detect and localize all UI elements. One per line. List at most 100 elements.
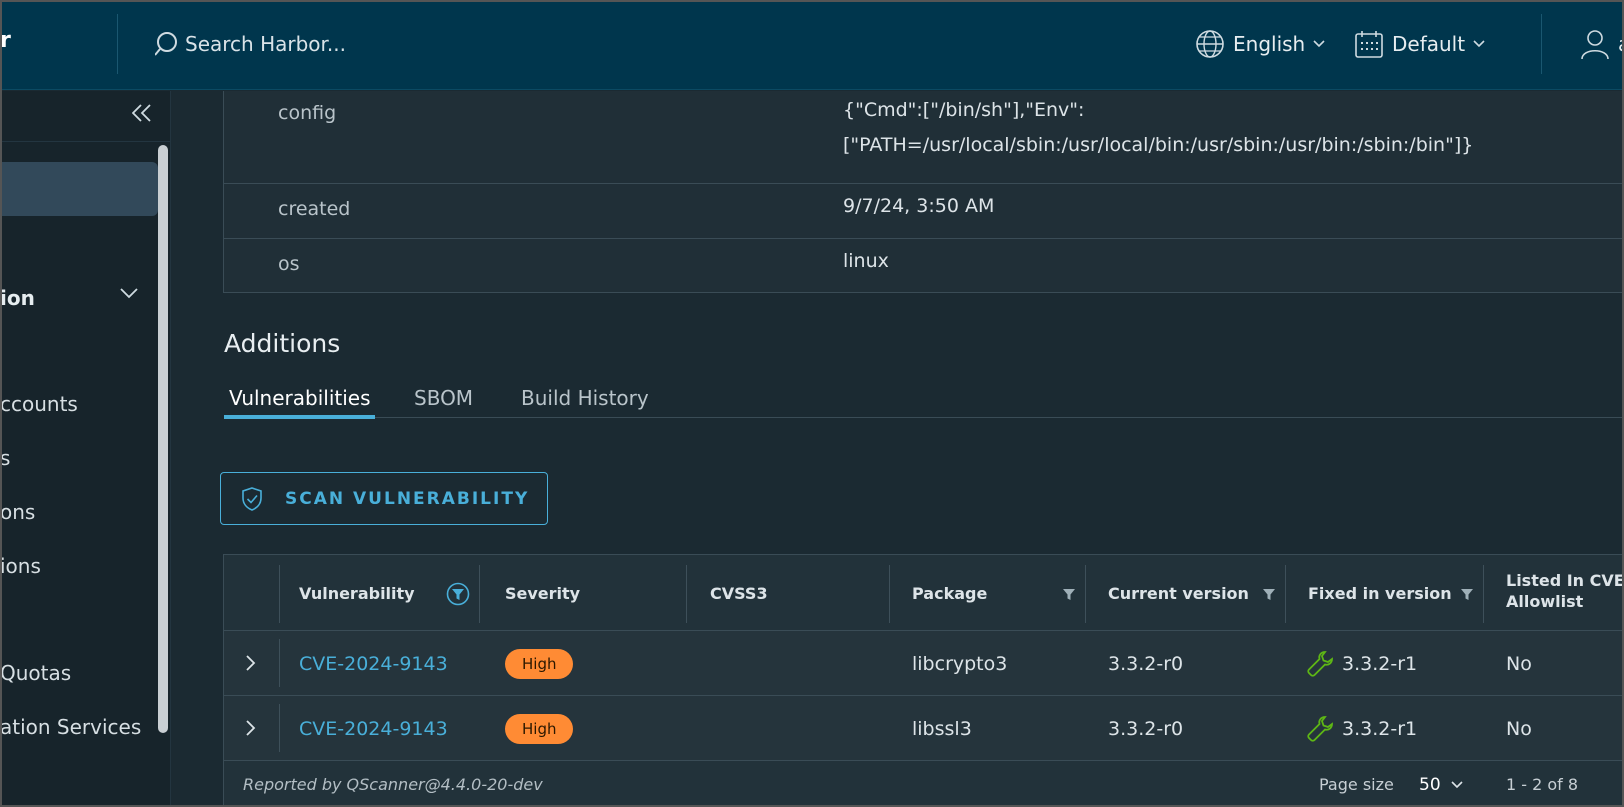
chevron-down-icon [1313,40,1325,48]
property-row: config {"Cmd":["/bin/sh"],"Env": ["PATH=… [224,91,1624,183]
shield-check-icon [242,486,262,511]
column-cvss3[interactable]: CVSS3 [710,555,768,631]
tab-vulnerabilities[interactable]: Vulnerabilities [229,386,371,410]
sidebar-item-replications[interactable]: ons [0,500,35,524]
chevron-down-icon [1473,40,1485,48]
global-search[interactable]: Search Harbor... [155,26,346,62]
user-menu[interactable]: a [1580,26,1624,62]
column-package[interactable]: Package [912,555,987,631]
allowlist-value: No [1506,717,1532,740]
row-separator [279,639,280,687]
fixed-version: 3.3.2-r1 [1342,652,1418,675]
collapse-sidebar-icon[interactable] [132,104,152,122]
page-size-value: 50 [1419,775,1441,795]
column-listed-in-cve-allowlist[interactable]: Listed In CVE Allowlist [1506,553,1624,629]
main-content: config {"Cmd":["/bin/sh"],"Env": ["PATH=… [171,91,1624,807]
property-value: linux [843,250,889,272]
row-separator [279,704,280,752]
vulnerability-link[interactable]: CVE-2024-9143 [299,631,448,696]
search-input[interactable]: Search Harbor... [185,32,346,56]
table-row: CVE-2024-9143 High libcrypto3 3.3.2-r0 3… [224,631,1624,696]
property-key: config [278,102,337,124]
current-version: 3.3.2-r0 [1108,717,1184,740]
filter-icon[interactable] [1460,587,1474,601]
sidebar-item-robot-accounts[interactable]: ccounts [0,392,78,416]
fixed-version: 3.3.2-r1 [1342,717,1418,740]
sidebar-item-distributions[interactable]: ions [0,554,41,578]
current-version: 3.3.2-r0 [1108,652,1184,675]
property-value-cont: ["PATH=/usr/local/sbin:/usr/local/bin:/u… [843,134,1474,156]
property-value: 9/7/24, 3:50 AM [843,195,995,217]
chevron-down-icon [1451,781,1463,789]
theme-selector[interactable]: Default [1354,26,1485,62]
language-selector[interactable]: English [1195,26,1325,62]
column-severity[interactable]: Severity [505,555,580,631]
scan-vulnerability-label: SCAN VULNERABILITY [285,488,530,509]
package-name: libcrypto3 [912,652,1008,675]
table-row: CVE-2024-9143 High libssl3 3.3.2-r0 3.3.… [224,696,1624,761]
wrench-icon [1307,650,1333,677]
vulnerability-link[interactable]: CVE-2024-9143 [299,696,448,761]
page-size-select[interactable]: 50 [1419,775,1463,795]
allowlist-value: No [1506,652,1532,675]
scan-vulnerability-button[interactable]: SCAN VULNERABILITY [220,472,548,525]
reported-by-text: Reported by QScanner@4.4.0-20-dev [243,775,543,794]
search-icon [155,32,177,56]
datagrid-footer: Reported by QScanner@4.4.0-20-dev Page s… [224,761,1624,807]
tab-sbom[interactable]: SBOM [414,386,473,410]
filter-icon[interactable] [1062,587,1076,601]
user-name: a [1618,32,1624,56]
language-label: English [1233,32,1306,56]
column-label-line1: Listed In CVE [1506,571,1624,590]
chevron-right-icon[interactable] [244,651,258,675]
property-key: created [278,198,351,220]
pagination-count: 1 - 2 of 8 [1506,775,1579,794]
column-separator [889,565,890,623]
top-header: r Search Harbor... English Default [0,0,1624,90]
sidebar-item-project-quotas[interactable]: Quotas [0,661,71,685]
active-tab-indicator [224,415,375,419]
column-separator [686,565,687,623]
sidebar-item-interrogation-services[interactable]: ation Services [0,715,141,739]
column-separator [279,565,280,623]
severity-badge: High [505,713,574,744]
column-separator [1285,565,1286,623]
vulnerability-datagrid: Vulnerability Severity CVSS3 Package Cur… [223,554,1624,807]
severity-badge: High [505,648,574,679]
sidebar-item-active[interactable] [0,162,158,216]
column-separator [1483,565,1484,623]
column-fixed-in-version[interactable]: Fixed in version [1308,555,1452,631]
header-divider [117,14,118,74]
globe-icon [1196,30,1224,58]
additions-tabs: Vulnerabilities SBOM Build History [224,386,1624,419]
column-separator [1085,565,1086,623]
filter-active-icon[interactable] [446,582,470,606]
sidebar-divider [0,141,171,142]
sidebar-item-registries[interactable]: s [0,446,10,470]
chevron-down-icon[interactable] [120,287,138,299]
properties-table: config {"Cmd":["/bin/sh"],"Env": ["PATH=… [223,91,1624,293]
filter-icon[interactable] [1262,587,1276,601]
wrench-icon [1307,715,1333,742]
page-size-label: Page size [1319,775,1394,794]
datagrid-header: Vulnerability Severity CVSS3 Package Cur… [224,555,1624,631]
property-key: os [278,253,300,275]
calendar-icon [1355,31,1383,58]
chevron-right-icon[interactable] [244,716,258,740]
property-row: created 9/7/24, 3:50 AM [224,183,1624,238]
sidebar-group-administration[interactable]: ion [0,286,35,310]
sidebar-scrollbar[interactable] [158,145,168,733]
additions-title: Additions [224,329,341,358]
package-name: libssl3 [912,717,972,740]
property-value: {"Cmd":["/bin/sh"],"Env": [843,99,1085,121]
column-current-version[interactable]: Current version [1108,555,1249,631]
user-icon [1581,30,1609,60]
column-vulnerability[interactable]: Vulnerability [299,555,415,631]
property-row: os linux [224,238,1624,293]
tab-build-history[interactable]: Build History [521,386,649,410]
header-divider [1541,14,1542,74]
brand-name[interactable]: r [0,28,11,53]
column-label-line2: Allowlist [1506,592,1584,611]
column-separator [479,565,480,623]
theme-label: Default [1392,32,1466,56]
